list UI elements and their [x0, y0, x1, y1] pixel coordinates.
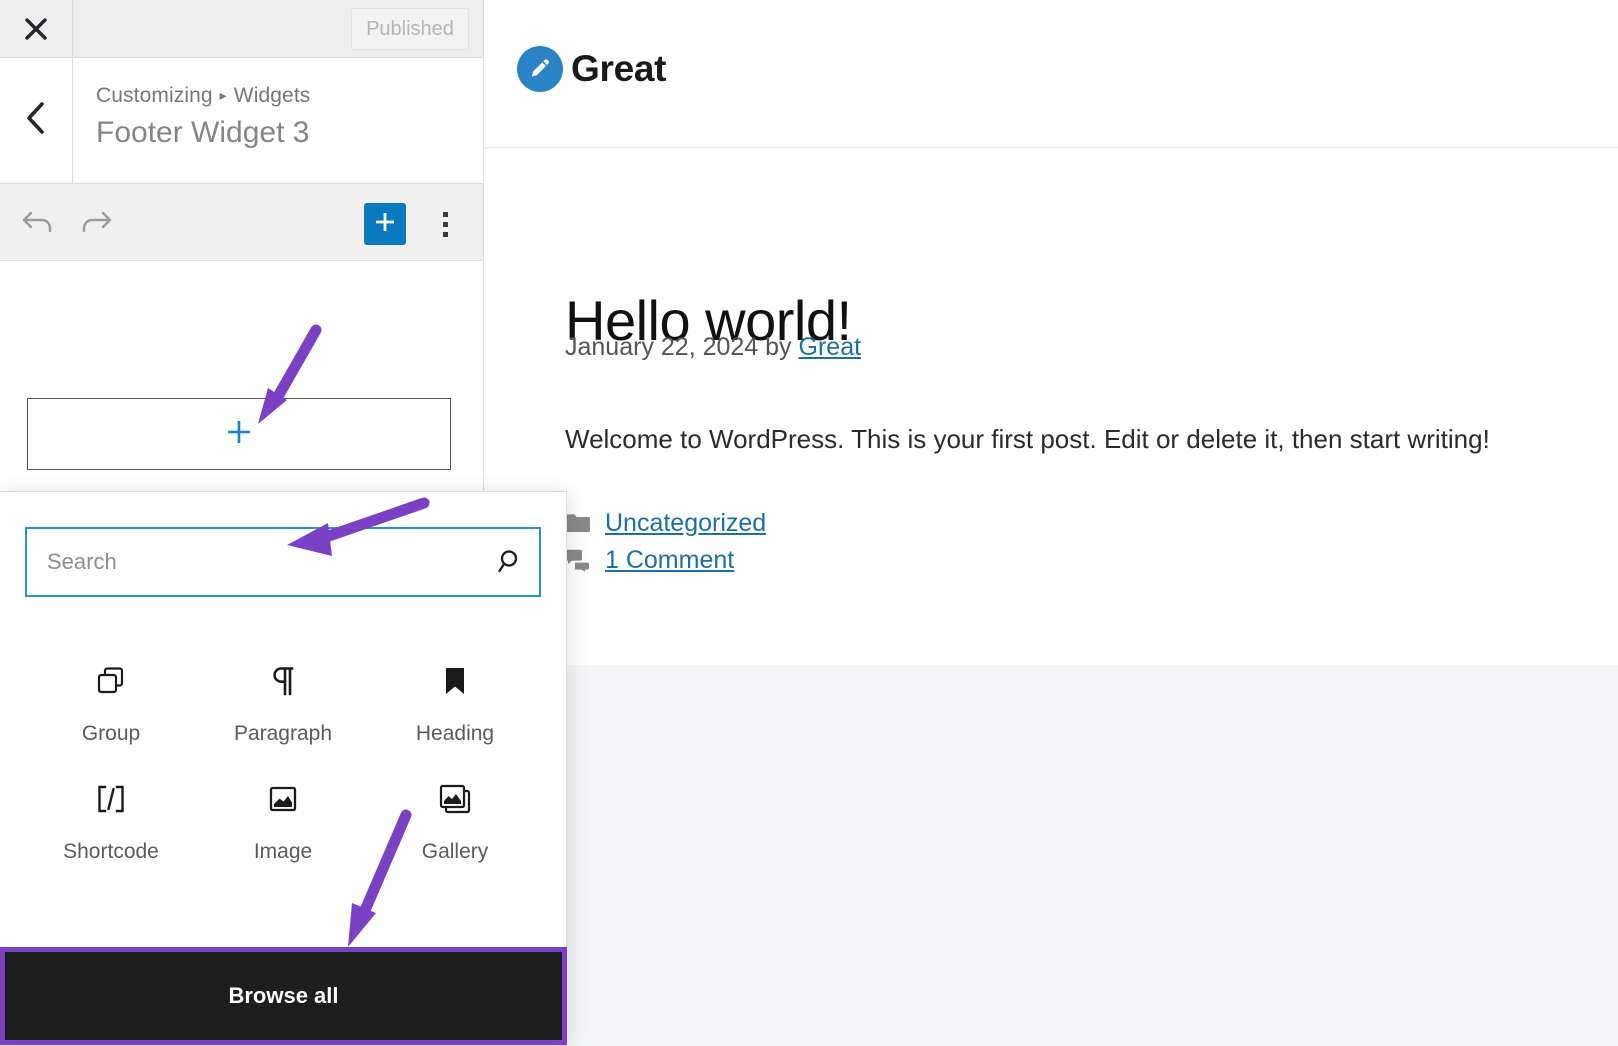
post-body: Welcome to WordPress. This is your first… [565, 424, 1490, 454]
post-taxonomy: Uncategorized 1 Comment [565, 505, 766, 579]
customizer-topbar: Published [0, 0, 483, 58]
gallery-stacked-images-icon [437, 776, 473, 822]
panel-heading: Customizing ▸ Widgets Footer Widget 3 [96, 84, 310, 150]
post-category-row: Uncategorized [565, 505, 766, 541]
site-preview-pane: Great Hello world! January 22, 2024 by G… [483, 0, 1618, 1046]
post-comments-row: 1 Comment [565, 542, 766, 578]
image-icon [266, 776, 300, 822]
breadcrumb-separator-icon: ▸ [219, 87, 227, 103]
comment-bubble-icon [565, 547, 591, 573]
pencil-edit-icon [517, 46, 563, 92]
breadcrumb-section[interactable]: Widgets [234, 84, 311, 107]
block-type-image[interactable]: Image [197, 752, 369, 864]
block-type-paragraph[interactable]: Paragraph [197, 634, 369, 746]
vertical-ellipsis-icon [442, 231, 448, 237]
block-type-heading[interactable]: Heading [369, 634, 541, 746]
block-type-label: Gallery [421, 840, 489, 863]
post-date: January 22, 2024 [565, 333, 759, 361]
block-type-group[interactable]: Group [25, 634, 197, 746]
post-comments-link[interactable]: 1 Comment [605, 546, 734, 575]
browse-all-button[interactable]: Browse all [0, 947, 567, 1045]
redo-arrow-icon [79, 207, 113, 240]
pilcrow-icon [266, 658, 300, 704]
block-type-grid: Group Paragraph Heading Shortcode Image … [25, 634, 541, 864]
block-type-label: Heading [415, 722, 495, 745]
site-title: Great [571, 48, 667, 89]
vertical-ellipsis-icon [442, 221, 448, 227]
site-branding[interactable]: Great [517, 46, 666, 92]
preview-site-header: Great [484, 0, 1618, 148]
plus-icon [224, 417, 254, 452]
add-block-button[interactable] [364, 203, 406, 245]
search-magnifier-icon[interactable] [491, 545, 525, 579]
plus-icon [372, 209, 398, 240]
block-inserter-popover: Group Paragraph Heading [0, 491, 567, 1046]
block-type-label: Shortcode [63, 840, 159, 863]
block-editor-toolbar [0, 184, 483, 261]
post-meta: January 22, 2024 by Great [565, 333, 861, 362]
block-type-gallery[interactable]: Gallery [369, 752, 541, 864]
post-author-link[interactable]: Great [799, 333, 862, 361]
bookmark-icon [438, 658, 472, 704]
block-type-label: Paragraph [233, 722, 333, 745]
block-type-shortcode[interactable]: Shortcode [25, 752, 197, 864]
publish-button[interactable]: Published [351, 8, 469, 50]
post-meta-by: by [765, 333, 792, 361]
search-input[interactable] [27, 529, 539, 595]
block-type-label: Image [253, 840, 313, 863]
shortcode-brackets-icon [93, 776, 129, 822]
breadcrumb: Customizing ▸ Widgets [96, 84, 310, 108]
undo-button[interactable] [16, 201, 60, 245]
customizer-screen: Published Customizing ▸ Widgets Footer Wid… [0, 0, 1618, 1046]
redo-button[interactable] [74, 201, 118, 245]
group-blocks-icon [94, 658, 128, 704]
search-field[interactable] [25, 527, 541, 597]
page-title: Footer Widget 3 [96, 116, 310, 149]
customizer-panel-header: Customizing ▸ Widgets Footer Widget 3 [0, 58, 483, 184]
undo-arrow-icon [21, 207, 55, 240]
back-button[interactable] [0, 58, 73, 183]
add-block-placeholder[interactable] [27, 398, 451, 470]
close-x-icon [23, 16, 49, 42]
chevron-left-icon [23, 101, 49, 140]
more-options-button[interactable] [428, 203, 462, 245]
breadcrumb-root[interactable]: Customizing [96, 84, 213, 107]
close-customizer-button[interactable] [0, 0, 73, 57]
folder-icon [565, 510, 591, 536]
block-type-label: Group [81, 722, 141, 745]
vertical-ellipsis-icon [442, 211, 448, 217]
post-article: Hello world! January 22, 2024 by Great W… [484, 149, 1618, 665]
post-category-link[interactable]: Uncategorized [605, 509, 766, 538]
